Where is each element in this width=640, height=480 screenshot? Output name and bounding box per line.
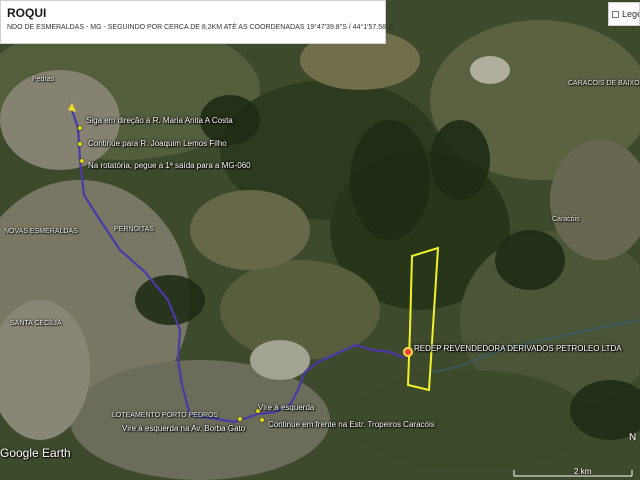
destination-label: REDEP REVENDEDORA DERIVADOS PETROLEO LTD… (414, 344, 622, 353)
waypoint-marker[interactable] (77, 125, 83, 131)
place-label: PERNOITAS (114, 226, 154, 233)
map-title-panel: ROQUI NDO DE ESMERALDAS - MG - SEGUINDO … (0, 0, 394, 44)
place-label: CARACÓIS DE BAIXO (568, 80, 640, 87)
place-label: NOVAS ESMERALDAS (4, 228, 78, 235)
waypoint-marker[interactable] (259, 417, 265, 423)
place-label: Pedras (32, 76, 55, 83)
waypoint-marker[interactable] (237, 416, 243, 422)
place-label: LOTEAMENTO PORTO PEDROS (112, 412, 219, 419)
route-step-label: Continue para R. Joaquim Lemos Filho (88, 139, 227, 148)
place-label: Caracóis (552, 216, 580, 223)
compass-icon[interactable]: N (629, 432, 636, 443)
waypoint-marker[interactable] (79, 158, 85, 164)
route-step-label: Vire à esquerda (258, 403, 315, 412)
map-subtitle: NDO DE ESMERALDAS - MG - SEGUINDO POR CE… (7, 24, 394, 31)
destination-pin-icon[interactable] (403, 347, 413, 357)
place-label: SANTA CECÍLIA (10, 320, 62, 327)
waypoint-marker[interactable] (77, 141, 83, 147)
legend-label: Legen (622, 9, 639, 19)
route-step-label: Vire à esquerda na Av. Borba Gato (122, 424, 246, 433)
route-step-label: Na rotatória, pegue a 1ª saída para a MG… (88, 161, 251, 170)
google-earth-watermark: Google Earth (0, 446, 71, 460)
legend-toggle[interactable]: Legen (608, 2, 640, 26)
route-step-label: Continue em frente na Estr. Tropeiros Ca… (268, 420, 435, 429)
scale-label: 2 km (574, 467, 592, 476)
satellite-map[interactable] (0, 0, 640, 480)
route-step-label: Siga em direção à R. Maria Anita A Costa (86, 116, 233, 125)
map-title: ROQUI (7, 6, 47, 20)
checkbox-icon[interactable] (612, 11, 619, 19)
